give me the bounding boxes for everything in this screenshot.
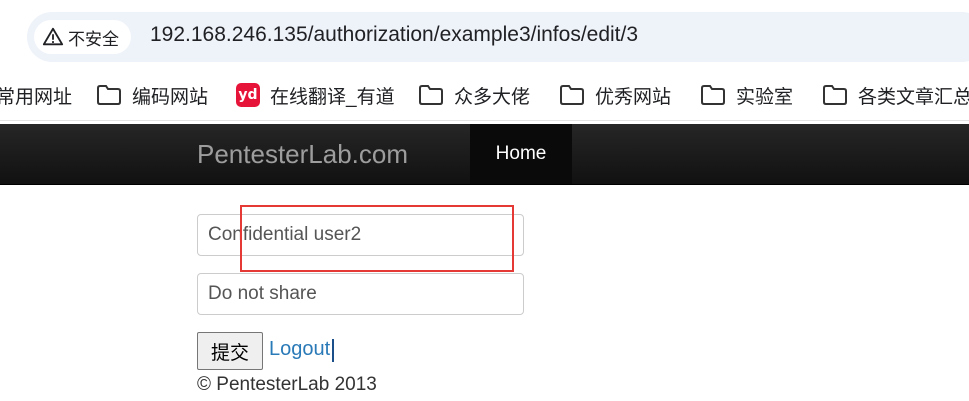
info-title-input[interactable] [197,214,524,256]
bookmark-label: 实验室 [736,86,794,108]
nav-home-link[interactable]: Home [470,124,572,184]
security-label: 不安全 [68,29,119,49]
bookmark-youdao-translate[interactable]: yd 在线翻译_有道 [236,70,395,120]
bookmark-label: 各类文章汇总 [858,86,969,108]
footer-copyright: © PentesterLab 2013 [197,374,377,395]
folder-icon [822,84,848,106]
text-cursor [332,339,334,362]
folder-icon [418,84,444,106]
info-details-input[interactable] [197,273,524,315]
bookmark-label: 众多大佬 [454,86,531,108]
submit-button[interactable]: 提交 [197,332,263,370]
youdao-icon: yd [236,83,260,107]
url-text[interactable]: 192.168.246.135/authorization/example3/i… [150,23,638,47]
folder-icon [559,84,585,106]
bookmark-encoding-sites[interactable]: 编码网站 [96,70,208,120]
bookmark-lab[interactable]: 实验室 [700,70,793,120]
bookmark-good-sites[interactable]: 优秀网站 [559,70,671,120]
bookmark-common-sites[interactable]: 常用网址 [0,70,72,120]
bookmark-label: 编码网站 [132,86,209,108]
folder-icon [700,84,726,106]
folder-icon [96,84,122,106]
bookmark-label: 常用网址 [0,86,73,108]
bookmark-articles[interactable]: 各类文章汇总 [822,70,969,120]
bookmarks-bar: 常用网址 编码网站 yd 在线翻译_有道 众多大佬 优秀网站 实验室 各类文章汇… [0,70,969,121]
logout-link[interactable]: Logout [269,338,330,361]
security-indicator[interactable]: 不安全 [34,20,131,54]
bookmark-experts[interactable]: 众多大佬 [418,70,530,120]
browser-address-row: 不安全 192.168.246.135/authorization/exampl… [0,0,969,70]
site-navbar: PentesterLab.com Home [0,124,969,185]
bookmark-label: 在线翻译_有道 [270,86,395,108]
warning-icon [42,26,64,48]
bookmark-label: 优秀网站 [595,86,672,108]
brand-link[interactable]: PentesterLab.com [197,124,408,184]
